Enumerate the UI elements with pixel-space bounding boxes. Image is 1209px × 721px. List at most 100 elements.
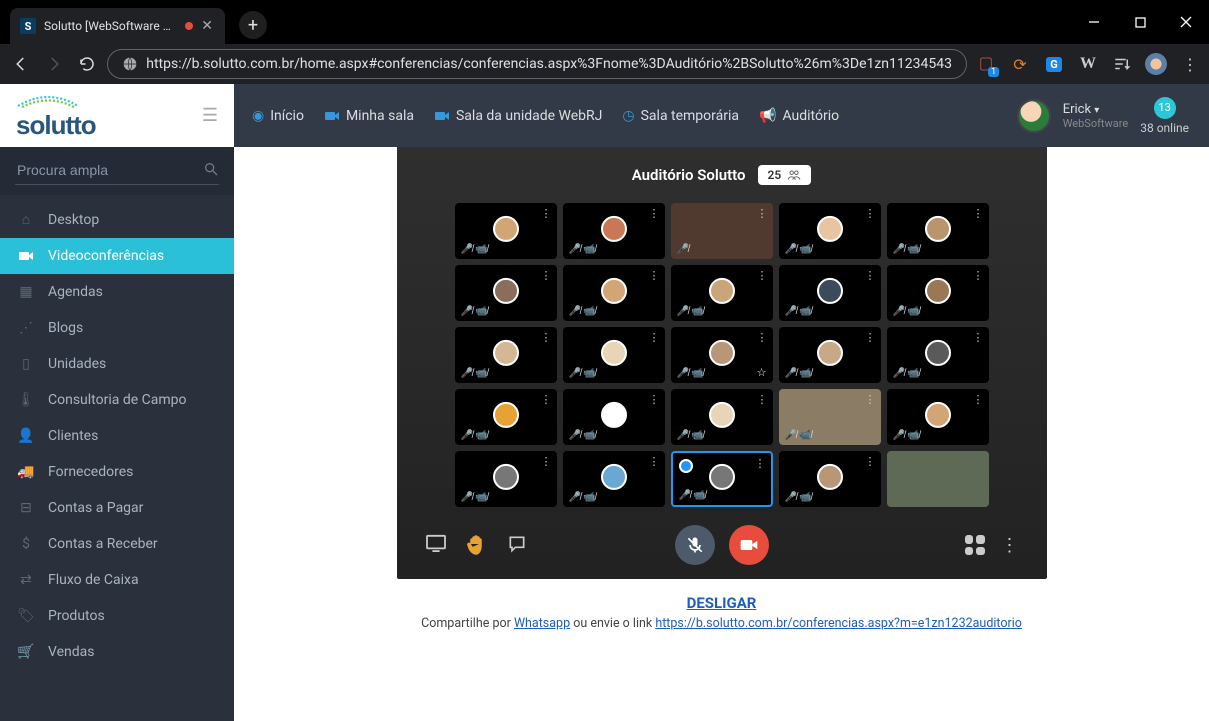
- participant-tile[interactable]: ⋮🎤̸ 📹̸☆: [671, 327, 773, 383]
- tile-menu-icon[interactable]: ⋮: [541, 207, 551, 220]
- tile-menu-icon[interactable]: ⋮: [865, 455, 875, 468]
- tile-menu-icon[interactable]: ⋮: [649, 455, 659, 468]
- share-url-link[interactable]: https://b.solutto.com.br/conferencias.as…: [655, 616, 1022, 631]
- tile-menu-icon[interactable]: ⋮: [649, 393, 659, 406]
- toggle-camera-button[interactable]: [729, 525, 769, 565]
- tile-menu-icon[interactable]: ⋮: [757, 207, 767, 220]
- sidebar-item-blogs[interactable]: ⋰Blogs: [0, 310, 234, 346]
- tile-menu-icon[interactable]: ⋮: [865, 207, 875, 220]
- participant-tile[interactable]: ⋮🎤̸ 📹̸: [455, 389, 557, 445]
- sidebar-item-unidades[interactable]: ▯Unidades: [0, 346, 234, 382]
- participant-tile[interactable]: ⋮🎤̸ 📹̸: [455, 203, 557, 259]
- tile-menu-icon[interactable]: ⋮: [973, 331, 983, 344]
- forward-button[interactable]: [41, 50, 66, 78]
- minimize-button[interactable]: [1071, 7, 1117, 37]
- sidebar-item-contas-receber[interactable]: $Contas a Receber: [0, 526, 234, 562]
- participant-tile[interactable]: ⋮🎤̸ 📹̸: [779, 389, 881, 445]
- reload-button[interactable]: [74, 50, 99, 78]
- participant-tile[interactable]: ⋮🎤̸ 📹̸: [887, 389, 989, 445]
- nav-auditorio[interactable]: 📢Auditório: [753, 102, 845, 130]
- chat-icon[interactable]: [507, 534, 527, 556]
- whatsapp-link[interactable]: Whatsapp: [514, 616, 570, 631]
- extension-icon[interactable]: [1111, 53, 1133, 75]
- sidebar-item-fluxo-caixa[interactable]: ⇄Fluxo de Caixa: [0, 562, 234, 598]
- participant-tile[interactable]: ⋮🎤̸ 📹̸: [563, 265, 665, 321]
- participant-tile[interactable]: ⋮🎤̸ 📹̸: [563, 451, 665, 507]
- tile-menu-icon[interactable]: ⋮: [649, 331, 659, 344]
- tile-menu-icon[interactable]: ⋮: [541, 269, 551, 282]
- layout-grid-icon[interactable]: [965, 535, 985, 555]
- raise-hand-icon[interactable]: [467, 534, 487, 556]
- participant-tile[interactable]: ⋮🎤̸ 📹̸: [779, 265, 881, 321]
- share-screen-icon[interactable]: [425, 534, 447, 556]
- user-meta[interactable]: Erick ▾ WebSoftware: [1063, 102, 1129, 130]
- sidebar-item-produtos[interactable]: 🏷Produtos: [0, 598, 234, 634]
- participant-tile[interactable]: ⋮🎤̸ 📹̸: [887, 203, 989, 259]
- site-info-icon[interactable]: [122, 56, 138, 72]
- browser-menu-icon[interactable]: ⋮: [1179, 53, 1201, 75]
- address-bar[interactable]: https://b.solutto.com.br/home.aspx#confe…: [107, 49, 967, 79]
- translate-extension-icon[interactable]: G: [1043, 53, 1065, 75]
- participant-tile[interactable]: ⋮🎤̸ 📹̸: [455, 327, 557, 383]
- sidebar-item-consultoria[interactable]: 🌡Consultoria de Campo: [0, 382, 234, 418]
- tile-menu-icon[interactable]: ⋮: [757, 331, 767, 344]
- participant-tile[interactable]: ⋮🎤̸ 📹̸: [887, 265, 989, 321]
- close-tab-icon[interactable]: ✕: [201, 18, 213, 34]
- nav-sala-unidade[interactable]: Sala da unidade WebRJ: [428, 102, 608, 130]
- tile-menu-icon[interactable]: ⋮: [973, 207, 983, 220]
- participant-tile-active[interactable]: ⋮🎤̸ 📹̸: [671, 451, 773, 507]
- search-input[interactable]: [15, 157, 219, 185]
- tile-menu-icon[interactable]: ⋮: [541, 393, 551, 406]
- profile-avatar-icon[interactable]: [1145, 53, 1167, 75]
- participant-tile[interactable]: ⋮🎤̸ 📹̸: [671, 265, 773, 321]
- participant-tile[interactable]: ⋮🎤̸ 📹̸: [779, 203, 881, 259]
- online-indicator[interactable]: 13 38 online: [1140, 97, 1189, 135]
- tile-menu-icon[interactable]: ⋮: [755, 457, 765, 470]
- tile-menu-icon[interactable]: ⋮: [757, 393, 767, 406]
- sidebar-item-fornecedores[interactable]: 🚚Fornecedores: [0, 454, 234, 490]
- disconnect-link[interactable]: DESLIGAR: [687, 594, 757, 612]
- extension-icon[interactable]: 1: [975, 53, 997, 75]
- participant-tile[interactable]: ⋮🎤̸ 📹̸: [563, 327, 665, 383]
- logo[interactable]: solutto: [16, 91, 96, 141]
- extension-icon[interactable]: W: [1077, 53, 1099, 75]
- participant-tile[interactable]: [887, 451, 989, 507]
- nav-inicio[interactable]: ◉Início: [246, 102, 310, 130]
- tile-menu-icon[interactable]: ⋮: [757, 269, 767, 282]
- participant-count-badge[interactable]: 25: [758, 165, 812, 185]
- sidebar-item-clientes[interactable]: 👤Clientes: [0, 418, 234, 454]
- maximize-button[interactable]: [1117, 7, 1163, 37]
- tile-menu-icon[interactable]: ⋮: [865, 393, 875, 406]
- participant-tile[interactable]: ⋮🎤̸ 📹̸: [887, 327, 989, 383]
- participant-tile[interactable]: ⋮🎤̸ 📹̸: [671, 389, 773, 445]
- close-window-button[interactable]: [1163, 7, 1209, 37]
- nav-minha-sala[interactable]: Minha sala: [318, 102, 420, 130]
- sidebar-item-contas-pagar[interactable]: ⊟Contas a Pagar: [0, 490, 234, 526]
- participant-tile[interactable]: ⋮🎤̸: [671, 203, 773, 259]
- participant-tile[interactable]: ⋮🎤̸ 📹̸: [779, 327, 881, 383]
- tile-menu-icon[interactable]: ⋮: [541, 455, 551, 468]
- participant-tile[interactable]: ⋮🎤̸ 📹̸: [563, 203, 665, 259]
- tile-menu-icon[interactable]: ⋮: [541, 331, 551, 344]
- sidebar-item-videoconferencias[interactable]: Videoconferências: [0, 238, 234, 274]
- tile-menu-icon[interactable]: ⋮: [649, 207, 659, 220]
- sidebar-item-agendas[interactable]: ▦Agendas: [0, 274, 234, 310]
- more-options-icon[interactable]: ⋮: [1001, 535, 1019, 556]
- participant-tile[interactable]: ⋮🎤̸ 📹̸: [563, 389, 665, 445]
- sidebar-item-vendas[interactable]: 🛒Vendas: [0, 634, 234, 670]
- tile-menu-icon[interactable]: ⋮: [973, 393, 983, 406]
- sidebar-item-desktop[interactable]: ⌂Desktop: [0, 201, 234, 238]
- tile-menu-icon[interactable]: ⋮: [865, 331, 875, 344]
- browser-tab[interactable]: S Solutto [WebSoftware Solutt ✕: [10, 8, 225, 44]
- toggle-mic-button[interactable]: [675, 525, 715, 565]
- user-avatar[interactable]: [1017, 99, 1051, 133]
- tile-menu-icon[interactable]: ⋮: [649, 269, 659, 282]
- search-icon[interactable]: [203, 161, 219, 177]
- participant-tile[interactable]: ⋮🎤̸ 📹̸: [779, 451, 881, 507]
- menu-toggle-icon[interactable]: ☰: [202, 105, 218, 126]
- tile-menu-icon[interactable]: ⋮: [865, 269, 875, 282]
- new-tab-button[interactable]: +: [239, 11, 267, 39]
- nav-sala-temporaria[interactable]: ◷Sala temporária: [616, 102, 745, 130]
- back-button[interactable]: [8, 50, 33, 78]
- participant-tile[interactable]: ⋮🎤̸ 📹̸: [455, 451, 557, 507]
